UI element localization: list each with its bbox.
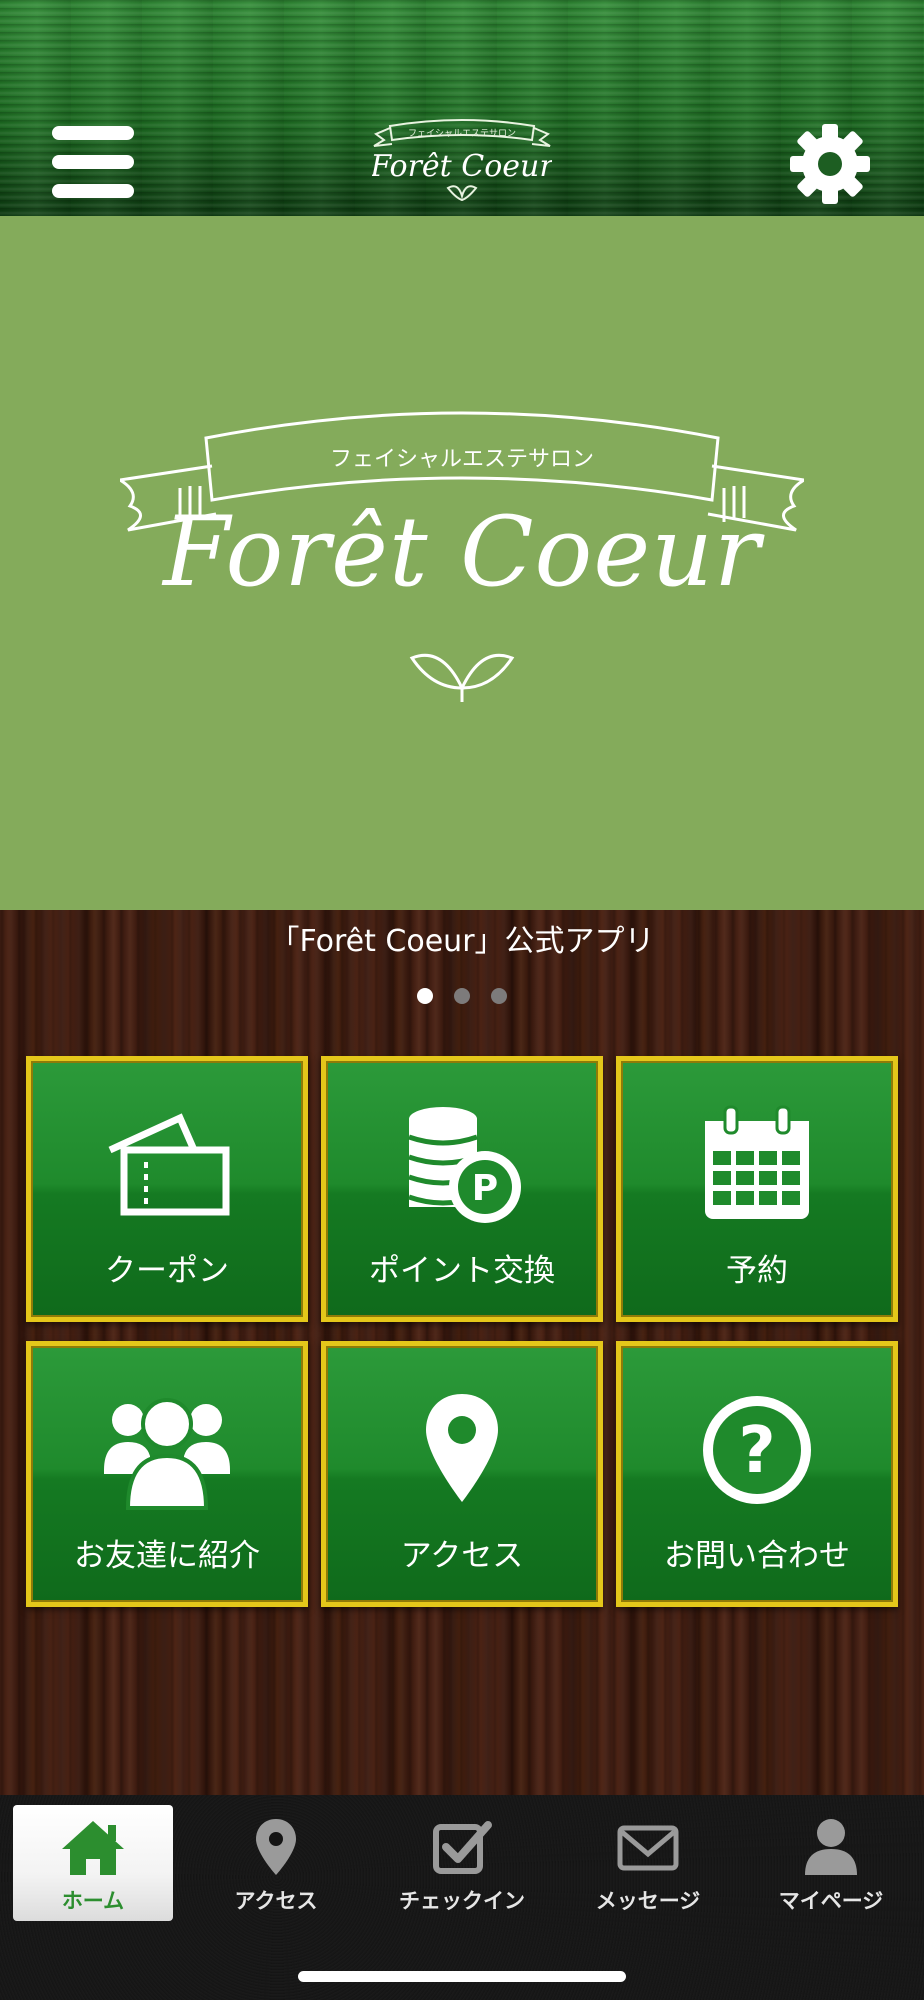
ticket-icon — [108, 1113, 230, 1216]
menu-button[interactable] — [52, 126, 134, 198]
point-exchange-label: ポイント交換 — [369, 1253, 555, 1289]
ribbon-text: フェイシャルエステサロン — [330, 447, 594, 472]
gear-icon — [790, 124, 870, 204]
tab-message[interactable]: メッセージ — [568, 1805, 728, 1921]
home-icon — [62, 1821, 124, 1875]
hamburger-icon — [52, 126, 134, 140]
home-indicator[interactable] — [298, 1971, 626, 1982]
svg-text:?: ? — [738, 1414, 775, 1488]
tab-message-label: メッセージ — [595, 1889, 701, 1913]
tab-mypage[interactable]: マイページ — [751, 1805, 911, 1921]
carousel-indicator — [0, 988, 924, 1008]
group-icon — [104, 1398, 230, 1510]
calendar-icon — [705, 1105, 809, 1219]
coupon-label: クーポン — [105, 1253, 229, 1289]
access-label: アクセス — [400, 1538, 524, 1574]
reservation-label: 予約 — [726, 1253, 788, 1289]
header-logo-title: Forêt Coeur — [372, 149, 552, 184]
refer-friend-label: お友達に紹介 — [74, 1538, 260, 1574]
tab-home-label: ホーム — [61, 1889, 125, 1913]
envelope-icon — [617, 1825, 679, 1871]
hamburger-icon-line — [52, 155, 134, 169]
hero-banner[interactable]: フェイシャルエステサロン Forêt Coeur — [0, 216, 924, 910]
app-header: フェイシャルエステサロン Forêt Coeur — [0, 0, 924, 216]
carousel-dot-3[interactable] — [491, 988, 508, 1004]
tab-checkin[interactable]: チェックイン — [382, 1805, 542, 1921]
reservation-tile[interactable]: 予約 — [616, 1056, 898, 1322]
hamburger-icon-line — [52, 184, 134, 198]
svg-text:P: P — [472, 1168, 498, 1209]
header-logo: フェイシャルエステサロン Forêt Coeur — [372, 119, 552, 202]
tab-home[interactable]: ホーム — [13, 1805, 173, 1921]
checkbox-icon — [433, 1821, 492, 1874]
location-pin-icon — [256, 1819, 296, 1875]
tab-access[interactable]: アクセス — [196, 1805, 356, 1921]
access-tile[interactable]: アクセス — [321, 1341, 603, 1607]
tab-mypage-label: マイページ — [778, 1889, 884, 1913]
location-pin-icon — [426, 1394, 498, 1502]
user-icon — [805, 1819, 857, 1875]
brand-logo: フェイシャルエステサロン Forêt Coeur — [120, 396, 804, 736]
bottom-tab-bar: ホーム アクセス チェックイン メッセージ マイページ — [0, 1795, 924, 2000]
leaf-icon — [409, 653, 515, 702]
inquiry-label: お問い合わせ — [664, 1538, 850, 1574]
tab-checkin-label: チェックイン — [399, 1889, 525, 1913]
main-menu-area: 「Forêt Coeur」公式アプリ クーポン P ポイント交換 予約 お友達に… — [0, 910, 924, 1795]
settings-button[interactable] — [788, 122, 872, 206]
coupon-tile[interactable]: クーポン — [26, 1056, 308, 1322]
inquiry-tile[interactable]: ? お問い合わせ — [616, 1341, 898, 1607]
app-caption: 「Forêt Coeur」公式アプリ — [269, 924, 655, 959]
coins-icon: P — [408, 1107, 521, 1223]
brand-name: Forêt Coeur — [163, 496, 761, 608]
carousel-dot-1[interactable] — [416, 988, 433, 1004]
header-logo-subtitle: フェイシャルエステサロン — [408, 128, 516, 139]
question-icon: ? — [703, 1396, 811, 1504]
refer-friend-tile[interactable]: お友達に紹介 — [26, 1341, 308, 1607]
point-exchange-tile[interactable]: P ポイント交換 — [321, 1056, 603, 1322]
carousel-dot-2[interactable] — [454, 988, 470, 1004]
tab-access-label: アクセス — [234, 1889, 318, 1913]
